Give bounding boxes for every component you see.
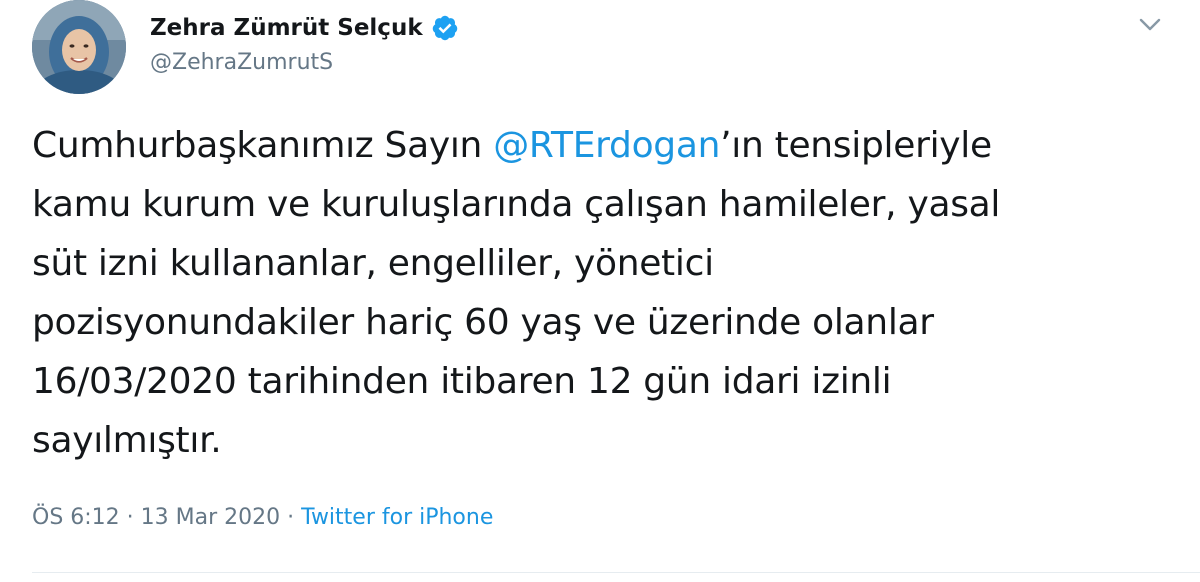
mention-link[interactable]: @RTErdogan xyxy=(493,125,720,166)
tweet-text-segment: Cumhurbaşkanımız Sayın xyxy=(32,125,494,166)
tweet-text-segment: ’ın tensipleriyle xyxy=(720,125,992,166)
tweet-text-line: Cumhurbaşkanımız Sayın @RTErdogan’ın ten… xyxy=(32,116,1172,175)
tweet-text-line: 16/03/2020 tarihinden itibaren 12 gün id… xyxy=(32,361,892,402)
display-name[interactable]: Zehra Zümrüt Selçuk xyxy=(150,15,423,41)
avatar[interactable] xyxy=(32,0,126,94)
tweet-text-line: sayılmıştır. xyxy=(32,420,222,461)
tweet-text: Cumhurbaşkanımız Sayın @RTErdogan’ın ten… xyxy=(32,116,1172,470)
tweet-card: Zehra Zümrüt Selçuk @ZehraZumrutS Cumhur… xyxy=(0,0,1200,582)
tweet-menu-button[interactable] xyxy=(1130,10,1170,40)
verified-badge-icon xyxy=(431,14,459,42)
meta-separator: · xyxy=(280,505,302,530)
tweet-text-line: süt izni kullananlar, engelliler, yöneti… xyxy=(32,243,714,284)
tweet-text-line: kamu kurum ve kuruluşlarında çalışan ham… xyxy=(32,184,1001,225)
tweet-date[interactable]: 13 Mar 2020 xyxy=(141,505,280,530)
tweet-time[interactable]: ÖS 6:12 xyxy=(32,505,120,530)
author-name-row[interactable]: Zehra Zümrüt Selçuk xyxy=(150,8,459,48)
meta-separator: · xyxy=(119,505,141,530)
tweet-meta: ÖS 6:12 · 13 Mar 2020 · Twitter for iPho… xyxy=(32,505,493,530)
avatar-photo-icon xyxy=(32,0,126,94)
chevron-down-icon xyxy=(1139,18,1161,31)
author-handle[interactable]: @ZehraZumrutS xyxy=(150,50,333,75)
tweet-source-link[interactable]: Twitter for iPhone xyxy=(301,505,493,530)
tweet-text-line: pozisyonundakiler hariç 60 yaş ve üzerin… xyxy=(32,302,934,343)
divider xyxy=(32,572,1200,573)
